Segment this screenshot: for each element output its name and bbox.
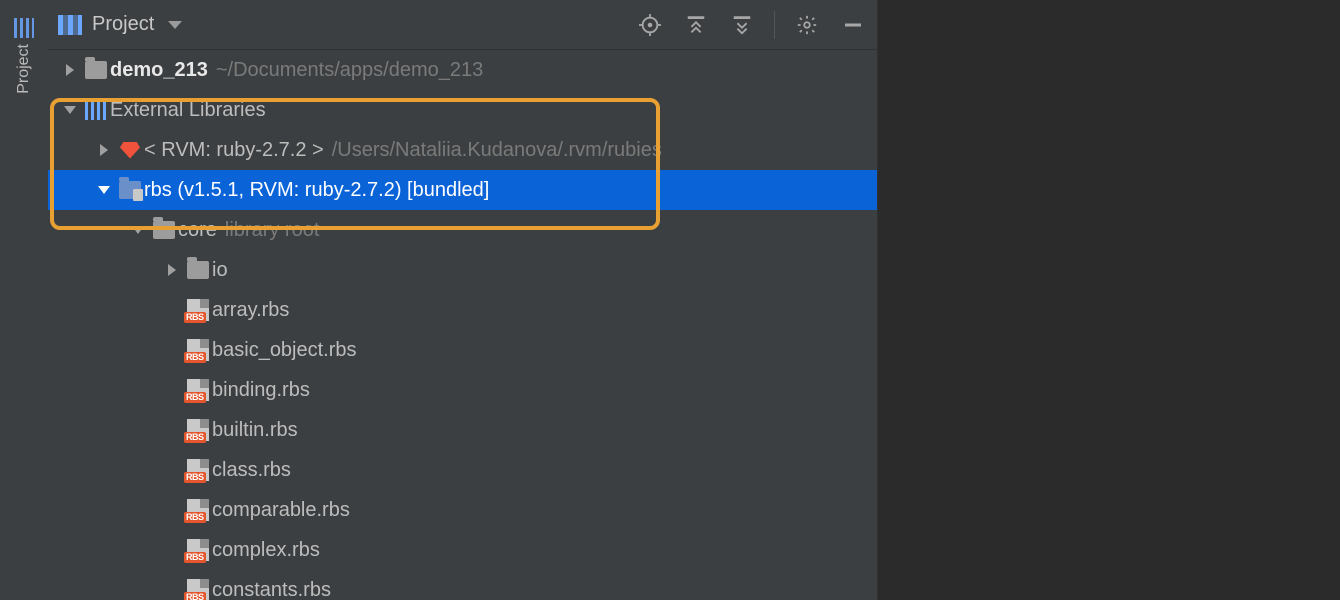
core-hint: library root	[225, 219, 319, 242]
rbs-file-icon: RBS	[187, 339, 209, 361]
project-panel-actions	[636, 11, 867, 39]
file-label: complex.rbs	[212, 539, 320, 562]
rbs-file-icon: RBS	[187, 419, 209, 441]
chevron-right-icon	[100, 144, 108, 156]
io-label: io	[212, 259, 228, 282]
settings-button[interactable]	[793, 11, 821, 39]
project-root-label: demo_213	[110, 59, 208, 82]
editor-area	[878, 0, 1340, 600]
file-label: builtin.rbs	[212, 419, 298, 442]
tree-node-file[interactable]: RBSclass.rbs	[48, 450, 877, 490]
rbs-file-icon: RBS	[187, 499, 209, 521]
file-label: binding.rbs	[212, 379, 310, 402]
core-label: core	[178, 219, 217, 242]
tree-node-rvm-sdk[interactable]: < RVM: ruby-2.7.2 > /Users/Nataliia.Kuda…	[48, 130, 877, 170]
libraries-icon	[85, 100, 107, 120]
rbs-file-icon: RBS	[187, 299, 209, 321]
locate-button[interactable]	[636, 11, 664, 39]
tree-node-rbs-gem[interactable]: rbs (v1.5.1, RVM: ruby-2.7.2) [bundled]	[48, 170, 877, 210]
chevron-down-icon	[64, 106, 76, 114]
file-label: array.rbs	[212, 299, 289, 322]
chevron-right-icon	[168, 264, 176, 276]
tree-node-file[interactable]: RBSbinding.rbs	[48, 370, 877, 410]
file-label: constants.rbs	[212, 579, 331, 600]
chevron-right-icon	[66, 64, 74, 76]
tree-node-io[interactable]: io	[48, 250, 877, 290]
project-panel-header: Project	[48, 0, 877, 50]
tree-node-file[interactable]: RBSconstants.rbs	[48, 570, 877, 600]
project-view-selector[interactable]: Project	[58, 13, 182, 36]
rvm-sdk-label: < RVM: ruby-2.7.2 >	[144, 139, 324, 162]
rbs-file-icon: RBS	[187, 539, 209, 561]
tool-window-tabs: Project	[0, 0, 48, 600]
separator	[774, 11, 775, 39]
folder-icon	[153, 221, 175, 239]
collapse-all-button[interactable]	[728, 11, 756, 39]
tree-node-file[interactable]: RBSbuiltin.rbs	[48, 410, 877, 450]
project-root-path: ~/Documents/apps/demo_213	[216, 59, 483, 82]
project-icon	[14, 18, 34, 38]
rbs-file-icon: RBS	[187, 379, 209, 401]
project-tool-tab-label: Project	[15, 44, 33, 94]
tree-node-core[interactable]: core library root	[48, 210, 877, 250]
tree-node-file[interactable]: RBSbasic_object.rbs	[48, 330, 877, 370]
tree-node-project-root[interactable]: demo_213 ~/Documents/apps/demo_213	[48, 50, 877, 90]
rbs-file-icon: RBS	[187, 579, 209, 600]
ruby-icon	[120, 142, 140, 159]
project-view-icon	[58, 15, 82, 35]
tree-node-file[interactable]: RBScomplex.rbs	[48, 530, 877, 570]
project-panel-title: Project	[92, 13, 154, 36]
chevron-down-icon	[132, 226, 144, 234]
file-label: basic_object.rbs	[212, 339, 357, 362]
tree-node-external-libraries[interactable]: External Libraries	[48, 90, 877, 130]
file-label: comparable.rbs	[212, 499, 350, 522]
gem-folder-icon	[119, 181, 141, 199]
tree-node-file[interactable]: RBScomparable.rbs	[48, 490, 877, 530]
file-label: class.rbs	[212, 459, 291, 482]
project-tree[interactable]: demo_213 ~/Documents/apps/demo_213 Exter…	[48, 50, 877, 600]
rbs-gem-label: rbs (v1.5.1, RVM: ruby-2.7.2) [bundled]	[144, 179, 489, 202]
folder-icon	[187, 261, 209, 279]
folder-icon	[85, 61, 107, 79]
hide-button[interactable]	[839, 11, 867, 39]
project-tool-tab[interactable]: Project	[0, 10, 48, 102]
rvm-sdk-path: /Users/Nataliia.Kudanova/.rvm/rubies	[332, 139, 662, 162]
expand-all-button[interactable]	[682, 11, 710, 39]
chevron-down-icon	[168, 21, 182, 29]
chevron-down-icon	[98, 186, 110, 194]
rbs-file-icon: RBS	[187, 459, 209, 481]
external-libraries-label: External Libraries	[110, 99, 266, 122]
tree-node-file[interactable]: RBSarray.rbs	[48, 290, 877, 330]
project-panel: Project demo	[48, 0, 878, 600]
